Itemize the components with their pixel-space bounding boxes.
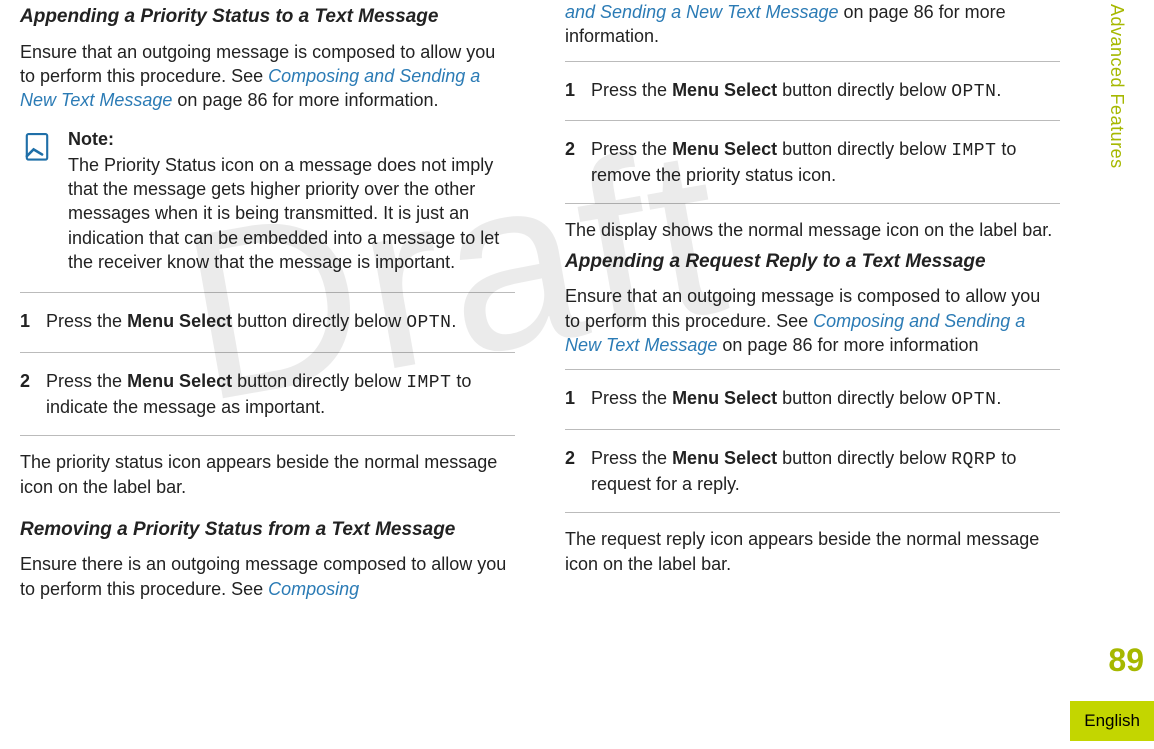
- text: button directly below: [777, 139, 951, 159]
- softkey-optn: OPTN: [951, 82, 996, 102]
- text: Press the: [591, 80, 672, 100]
- section-heading-remove-priority: Removing a Priority Status from a Text M…: [20, 517, 515, 543]
- step-1: 1 Press the Menu Select button directly …: [565, 61, 1060, 120]
- cross-reference-link[interactable]: Composing: [268, 579, 359, 599]
- left-column: Appending a Priority Status to a Text Me…: [20, 0, 515, 601]
- margin-column: Advanced Features: [1106, 0, 1140, 749]
- text: .: [996, 388, 1001, 408]
- text: button directly below: [777, 388, 951, 408]
- text: button directly below: [777, 80, 951, 100]
- text: button directly below: [232, 311, 406, 331]
- ui-label-menu-select: Menu Select: [127, 311, 232, 331]
- softkey-rqrp: RQRP: [951, 450, 996, 470]
- step-text: Press the Menu Select button directly be…: [591, 137, 1060, 188]
- step-number: 1: [20, 309, 30, 335]
- text: Press the: [46, 311, 127, 331]
- softkey-optn: OPTN: [951, 390, 996, 410]
- step-text: Press the Menu Select button directly be…: [46, 309, 515, 335]
- step-number: 2: [565, 137, 575, 188]
- section-heading-append-priority: Appending a Priority Status to a Text Me…: [20, 4, 515, 30]
- ui-label-menu-select: Menu Select: [672, 448, 777, 468]
- text: Press the: [591, 139, 672, 159]
- softkey-impt: IMPT: [951, 141, 996, 161]
- step-number: 1: [565, 386, 575, 412]
- ui-label-menu-select: Menu Select: [127, 371, 232, 391]
- intro-text-a: Ensure there is an outgoing message comp…: [20, 554, 506, 598]
- intro-paragraph: Ensure that an outgoing message is compo…: [20, 40, 515, 113]
- text: Press the: [46, 371, 127, 391]
- step-number: 2: [20, 369, 30, 420]
- result-paragraph: The request reply icon appears beside th…: [565, 527, 1060, 576]
- intro-text-b: on page 86 for more information.: [172, 90, 438, 110]
- intro-continuation: and Sending a New Text Message on page 8…: [565, 0, 1060, 49]
- ui-label-menu-select: Menu Select: [672, 139, 777, 159]
- ui-label-menu-select: Menu Select: [672, 388, 777, 408]
- intro-paragraph: Ensure there is an outgoing message comp…: [20, 552, 515, 601]
- intro-paragraph: Ensure that an outgoing message is compo…: [565, 284, 1060, 357]
- intro-text-b: on page 86 for more information: [717, 335, 978, 355]
- note-title: Note:: [68, 127, 511, 151]
- cross-reference-link[interactable]: and Sending a New Text Message: [565, 2, 839, 22]
- note-icon: [20, 129, 54, 169]
- page-content: Appending a Priority Status to a Text Me…: [0, 0, 1090, 601]
- text: button directly below: [232, 371, 406, 391]
- note-body: Note: The Priority Status icon on a mess…: [68, 127, 511, 275]
- step-text: Press the Menu Select button directly be…: [591, 446, 1060, 497]
- text: .: [996, 80, 1001, 100]
- text: Press the: [591, 388, 672, 408]
- chapter-title: Advanced Features: [1106, 4, 1127, 169]
- note-text: The Priority Status icon on a message do…: [68, 153, 511, 274]
- step-1: 1 Press the Menu Select button directly …: [565, 369, 1060, 428]
- right-column: and Sending a New Text Message on page 8…: [565, 0, 1060, 601]
- step-number: 2: [565, 446, 575, 497]
- step-2: 2 Press the Menu Select button directly …: [20, 352, 515, 437]
- page-number: 89: [1108, 642, 1144, 679]
- text: .: [451, 311, 456, 331]
- text: Press the: [591, 448, 672, 468]
- section-heading-append-request-reply: Appending a Request Reply to a Text Mess…: [565, 249, 1060, 275]
- result-paragraph: The display shows the normal message ico…: [565, 218, 1060, 242]
- step-text: Press the Menu Select button directly be…: [591, 78, 1060, 104]
- softkey-optn: OPTN: [406, 313, 451, 333]
- step-2: 2 Press the Menu Select button directly …: [565, 429, 1060, 514]
- ui-label-menu-select: Menu Select: [672, 80, 777, 100]
- step-2: 2 Press the Menu Select button directly …: [565, 120, 1060, 205]
- step-1: 1 Press the Menu Select button directly …: [20, 292, 515, 351]
- step-number: 1: [565, 78, 575, 104]
- language-tag: English: [1070, 701, 1154, 741]
- step-text: Press the Menu Select button directly be…: [46, 369, 515, 420]
- result-paragraph: The priority status icon appears beside …: [20, 450, 515, 499]
- note-box: Note: The Priority Status icon on a mess…: [20, 127, 515, 275]
- step-text: Press the Menu Select button directly be…: [591, 386, 1060, 412]
- text: button directly below: [777, 448, 951, 468]
- softkey-impt: IMPT: [406, 373, 451, 393]
